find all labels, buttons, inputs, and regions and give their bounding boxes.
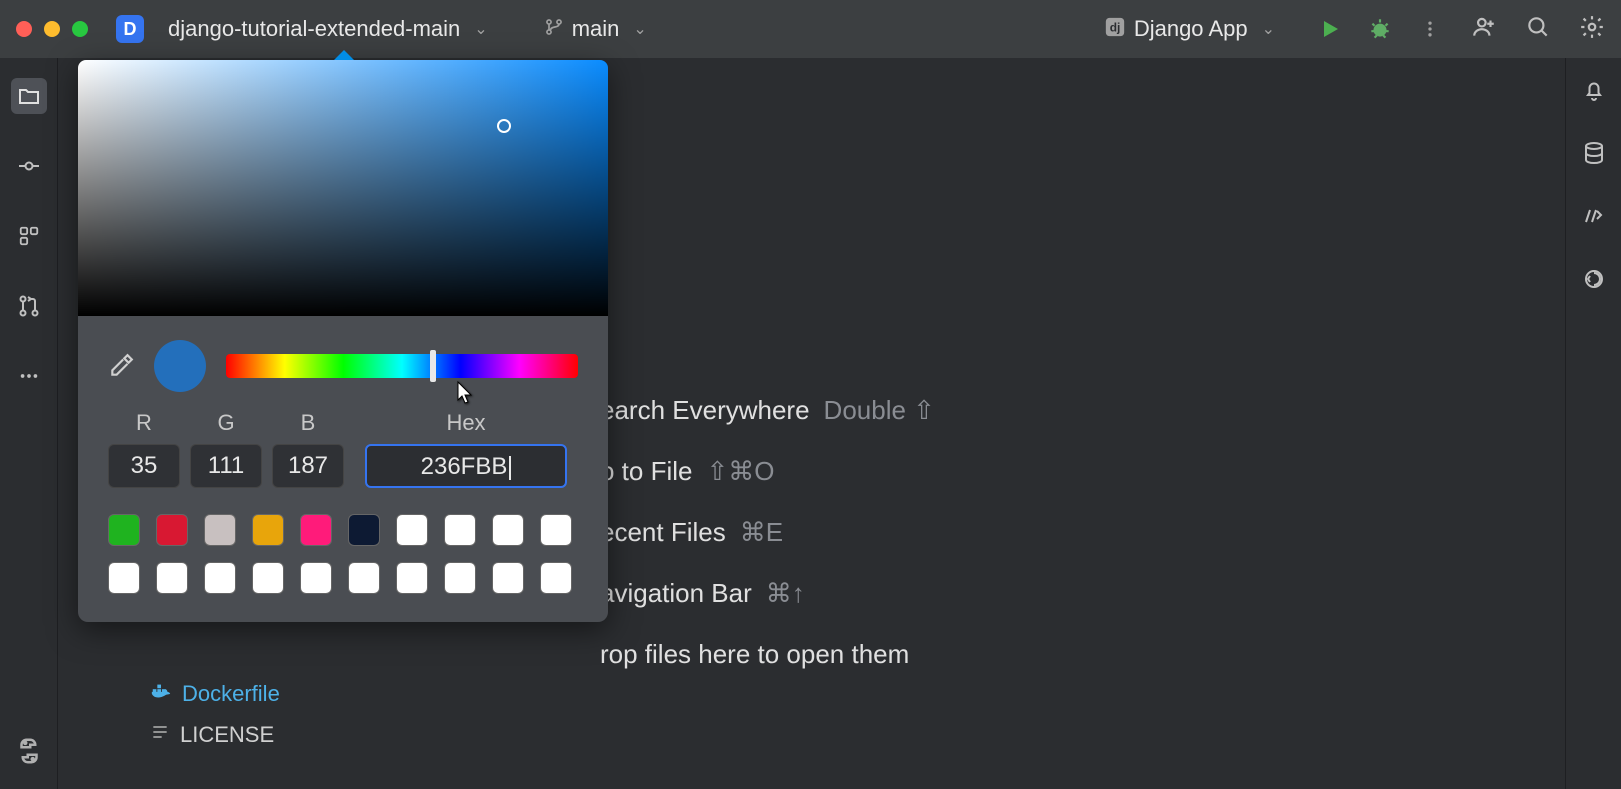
more-tools-button[interactable] [11, 358, 47, 394]
project-dropdown[interactable]: django-tutorial-extended-main ⌄ [160, 12, 502, 46]
swatch-12[interactable] [204, 562, 236, 594]
g-label: G [217, 410, 234, 436]
more-actions-button[interactable] [1417, 16, 1443, 42]
run-config-name: Django App [1134, 16, 1248, 42]
run-config-dropdown[interactable]: dj Django App ⌄ [1096, 12, 1289, 47]
minimize-window-button[interactable] [44, 21, 60, 37]
chevron-down-icon: ⌄ [474, 19, 487, 39]
swatch-18[interactable] [492, 562, 524, 594]
chevron-down-icon: ⌄ [1262, 19, 1275, 39]
window-controls [16, 21, 88, 37]
settings-icon[interactable] [1579, 14, 1605, 45]
text-caret [509, 456, 511, 480]
swatch-5[interactable] [348, 514, 380, 546]
database-tool-button[interactable] [1582, 141, 1606, 170]
project-name: django-tutorial-extended-main [168, 16, 460, 42]
hex-label: Hex [446, 410, 485, 436]
swatch-19[interactable] [540, 562, 572, 594]
endpoints-tool-button[interactable] [1582, 204, 1606, 233]
search-icon[interactable] [1525, 14, 1551, 45]
swatch-14[interactable] [300, 562, 332, 594]
hue-slider[interactable] [226, 354, 578, 378]
hint-label: o to File [600, 456, 693, 487]
swatch-7[interactable] [444, 514, 476, 546]
hint-label: earch Everywhere [600, 395, 810, 426]
swatch-13[interactable] [252, 562, 284, 594]
tree-file-license[interactable]: LICENSE [150, 722, 280, 748]
vcs-branch-dropdown[interactable]: main ⌄ [536, 12, 661, 46]
g-input[interactable]: 111 [190, 444, 262, 488]
r-input[interactable]: 35 [108, 444, 180, 488]
swatch-10[interactable] [108, 562, 140, 594]
chevron-down-icon: ⌄ [633, 19, 646, 39]
swatch-8[interactable] [492, 514, 524, 546]
code-with-me-icon[interactable] [1471, 14, 1497, 45]
file-label: Dockerfile [182, 681, 280, 707]
hint-shortcut: ⌘↑ [766, 578, 805, 609]
sv-cursor [497, 119, 511, 133]
hex-input[interactable]: 236FBB [365, 444, 567, 488]
run-button[interactable] [1317, 16, 1343, 42]
saturation-value-field[interactable] [78, 60, 608, 316]
hint-shortcut: ⌘E [740, 517, 783, 548]
maximize-window-button[interactable] [72, 21, 88, 37]
swatch-16[interactable] [396, 562, 428, 594]
close-window-button[interactable] [16, 21, 32, 37]
r-label: R [136, 410, 152, 436]
swatch-6[interactable] [396, 514, 428, 546]
title-bar: D django-tutorial-extended-main ⌄ main ⌄… [0, 0, 1621, 58]
debug-button[interactable] [1367, 16, 1393, 42]
hint-label: ecent Files [600, 517, 726, 548]
docker-icon [150, 680, 172, 708]
hint-label: rop files here to open them [600, 639, 909, 670]
hint-shortcut: ⇧⌘O [707, 456, 775, 487]
django-icon: dj [1104, 16, 1126, 43]
hint-go-to-file: o to File ⇧⌘O [600, 456, 935, 487]
svg-text:dj: dj [1110, 20, 1121, 34]
editor-empty-hints: earch Everywhere Double ⇧ o to File ⇧⌘O … [600, 395, 935, 670]
text-file-icon [150, 722, 170, 748]
hint-drop-files: rop files here to open them [600, 639, 935, 670]
commit-tool-button[interactable] [11, 148, 47, 184]
b-input[interactable]: 187 [272, 444, 344, 488]
tree-file-dockerfile[interactable]: Dockerfile [150, 680, 280, 708]
b-label: B [301, 410, 316, 436]
structure-tool-button[interactable] [11, 218, 47, 254]
swatch-2[interactable] [204, 514, 236, 546]
file-label: LICENSE [180, 722, 274, 748]
preset-swatches [78, 492, 608, 622]
swatch-11[interactable] [156, 562, 188, 594]
hue-thumb[interactable] [430, 350, 436, 382]
hint-search-everywhere: earch Everywhere Double ⇧ [600, 395, 935, 426]
toolbar-right [1471, 14, 1605, 45]
python-console-tool-button[interactable] [14, 736, 44, 771]
project-tool-button[interactable] [11, 78, 47, 114]
pull-requests-tool-button[interactable] [11, 288, 47, 324]
swatch-15[interactable] [348, 562, 380, 594]
right-tool-stripe [1565, 58, 1621, 789]
hint-navigation-bar: avigation Bar ⌘↑ [600, 578, 935, 609]
swatch-9[interactable] [540, 514, 572, 546]
swatch-4[interactable] [300, 514, 332, 546]
hint-recent-files: ecent Files ⌘E [600, 517, 935, 548]
eyedropper-button[interactable] [108, 353, 134, 379]
swatch-1[interactable] [156, 514, 188, 546]
notifications-tool-button[interactable] [1582, 78, 1606, 107]
hint-label: avigation Bar [600, 578, 752, 609]
swatch-3[interactable] [252, 514, 284, 546]
hex-value: 236FBB [421, 453, 508, 480]
hint-shortcut: Double ⇧ [824, 395, 935, 426]
branch-icon [544, 17, 564, 42]
swatch-0[interactable] [108, 514, 140, 546]
swatch-17[interactable] [444, 562, 476, 594]
branch-name: main [572, 16, 620, 42]
project-tree-fragment: Dockerfile LICENSE [150, 680, 280, 748]
color-preview [154, 340, 206, 392]
color-picker-popup: R 35 G 111 B 187 Hex 236FBB [78, 60, 608, 622]
left-tool-stripe [0, 58, 58, 789]
services-tool-button[interactable] [1582, 267, 1606, 296]
project-badge: D [116, 15, 144, 43]
